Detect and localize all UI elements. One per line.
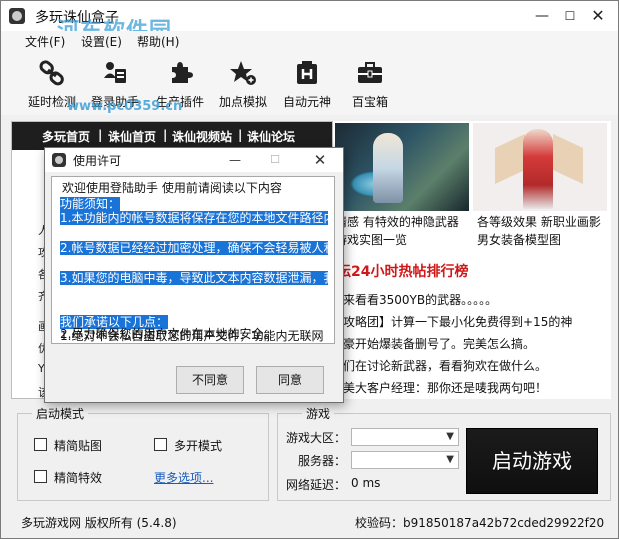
toolbox-icon [358,62,382,83]
tool-label: 自动元神 [282,95,331,109]
hot-posts-title: 坛24小时热帖排行榜 [337,264,469,280]
title-bar[interactable]: 多玩诛仙盒子 河东软件园 — ☐ ✕ [1,1,618,44]
chevron-down-icon: ▼ [446,454,454,465]
forum-post-link[interactable]: 来看看3500YB的武器。。。。。 [343,291,497,308]
checkbox-label[interactable]: 精简特效 [54,469,102,486]
tool-treasure-box[interactable]: 百宝箱 [336,55,404,113]
nav-separator: | [163,128,168,142]
group-title: 游戏 [302,405,335,422]
forum-post-link[interactable]: 们在讨论新武器，看看狗欢在做什么。 [343,357,547,374]
game-group: 游戏 游戏大区： ▼ 服务器： ▼ 网络延迟： 0 ms 启动游戏 [277,405,611,501]
nav-separator: | [98,128,103,142]
simple-texture-checkbox[interactable] [34,438,47,451]
news-caption[interactable]: 各等级效果 新职业画影男女装备模型图 [477,213,609,249]
startup-mode-group: 启动模式 精简贴图 多开模式 精简特效 更多选项... [17,405,269,501]
server-label: 服务器： [298,454,347,468]
tool-label: 加点模拟 [218,95,267,109]
toolbar: 延时检测 登录助手 生产插件 加点模拟 自动元神 百宝箱 www.pc0359.… [1,51,618,115]
tool-label: 百宝箱 [351,95,388,109]
license-dialog: 使用许可 — ☐ ✕ 欢迎使用登陆助手 使用前请阅读以下内容 功能须知： 1.本… [44,147,344,403]
region-label: 游戏大区： [286,431,347,445]
welcome-line: 欢迎使用登陆助手 使用前请阅读以下内容 [62,181,282,195]
region-dropdown[interactable]: ▼ [351,428,459,446]
app-icon [52,153,66,167]
checkbox-label[interactable]: 多开模式 [174,437,222,454]
copyright-text: 多玩游戏网 版权所有 (5.4.8) [21,516,177,530]
forum-post-link[interactable]: 美大客户经理：那你还是唛我两句吧！ [343,379,547,396]
minimize-button[interactable]: — [530,5,554,27]
user-helper-icon [104,62,126,83]
menu-file[interactable]: 文件(F) [25,33,65,50]
site-nav: 多玩首页 | 诛仙首页 | 诛仙视频站 | 诛仙论坛 [12,122,332,150]
tool-auto-spirit[interactable]: 自动元神 [273,55,341,113]
checksum-text: 校验码：b91850187a42b72cded29922f20 [355,516,605,530]
menu-help[interactable]: 帮助(H) [137,33,179,50]
forum-post-link[interactable]: 攻略团】计算一下最小化免费得到+15的神 [343,313,572,330]
dialog-close-button[interactable]: ✕ [310,150,330,170]
chevron-down-icon: ▼ [446,431,454,442]
notice-item: 2.帐号数据已经经过加密处理，确保不会轻易被人利用。 [60,241,335,255]
watermark-url: www.pc0359.cn [67,99,183,114]
group-title: 启动模式 [32,405,89,422]
link-icon [39,60,64,86]
checkbox-label[interactable]: 精简贴图 [54,437,102,454]
news-caption[interactable]: 情感 有特效的神隐武器游戏实图一览 [335,213,469,251]
news-panel-right: 情感 有特效的神隐武器游戏实图一览 各等级效果 新职业画影男女装备模型图 坛24… [333,121,611,399]
latency-value: 0 ms [351,476,381,490]
server-dropdown[interactable]: ▼ [351,451,459,469]
nav-separator: | [238,128,243,142]
forum-post-link[interactable]: 豪开始爆装备删号了。完美怎么搞。 [343,335,535,352]
multi-open-checkbox[interactable] [154,438,167,451]
agree-button[interactable]: 同意 [256,366,324,394]
simple-effects-checkbox[interactable] [34,470,47,483]
menu-bar: 文件(F) 设置(E) 帮助(H) [1,31,618,51]
tool-point-simulator[interactable]: 加点模拟 [209,55,277,113]
star-plus-icon [230,61,256,85]
nav-video[interactable]: 诛仙视频站 [172,128,232,145]
nav-duowan-home[interactable]: 多玩首页 [42,128,90,145]
nav-zhuxian-home[interactable]: 诛仙首页 [108,128,156,145]
license-textarea[interactable]: 欢迎使用登陆助手 使用前请阅读以下内容 功能须知： 1.本功能内的帐号数据将保存… [51,176,335,344]
notice-title: 功能须知： [60,197,121,211]
close-button[interactable]: ✕ [586,5,610,27]
dialog-title-bar[interactable]: 使用许可 — ☐ ✕ [45,148,343,172]
disagree-button[interactable]: 不同意 [176,366,244,394]
latency-label: 网络延迟： [286,478,347,492]
app-icon [9,8,25,24]
notice-item: 3.如果您的电脑中毒，导致此文本内容数据泄漏，我们将不负任何责任。 [60,271,335,285]
nav-forum[interactable]: 诛仙论坛 [247,128,295,145]
news-thumbnail[interactable] [335,123,469,211]
maximize-button[interactable]: ☐ [558,5,582,27]
dialog-title: 使用许可 [73,154,122,168]
start-game-button[interactable]: 启动游戏 [466,428,598,494]
news-thumbnail[interactable] [473,123,607,211]
dialog-maximize-button: ☐ [270,153,280,166]
more-options-link[interactable]: 更多选项... [154,469,213,486]
h-box-icon [297,61,317,84]
dialog-minimize-button[interactable]: — [225,150,245,170]
puzzle-icon [172,62,193,83]
menu-settings[interactable]: 设置(E) [81,33,122,50]
notice-item: 1.本功能内的帐号数据将保存在您的本地文件路径内。 [60,211,335,225]
promise-item: 2.尽力确保您的用户文件在本地的安全。 [60,327,276,341]
status-bar: 多玩游戏网 版权所有 (5.4.8) 校验码：b91850187a42b72cd… [1,511,618,533]
